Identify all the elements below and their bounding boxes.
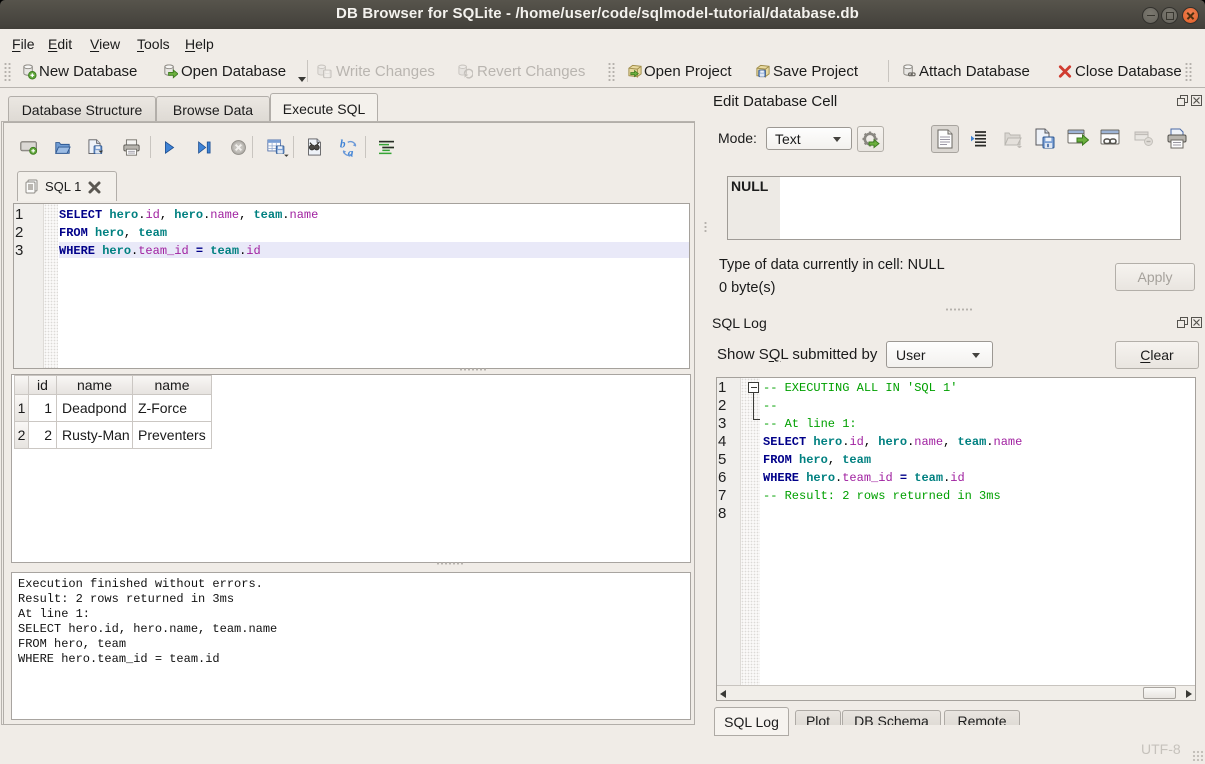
- svg-text:a: a: [348, 147, 354, 158]
- svg-text:b: b: [340, 139, 346, 151]
